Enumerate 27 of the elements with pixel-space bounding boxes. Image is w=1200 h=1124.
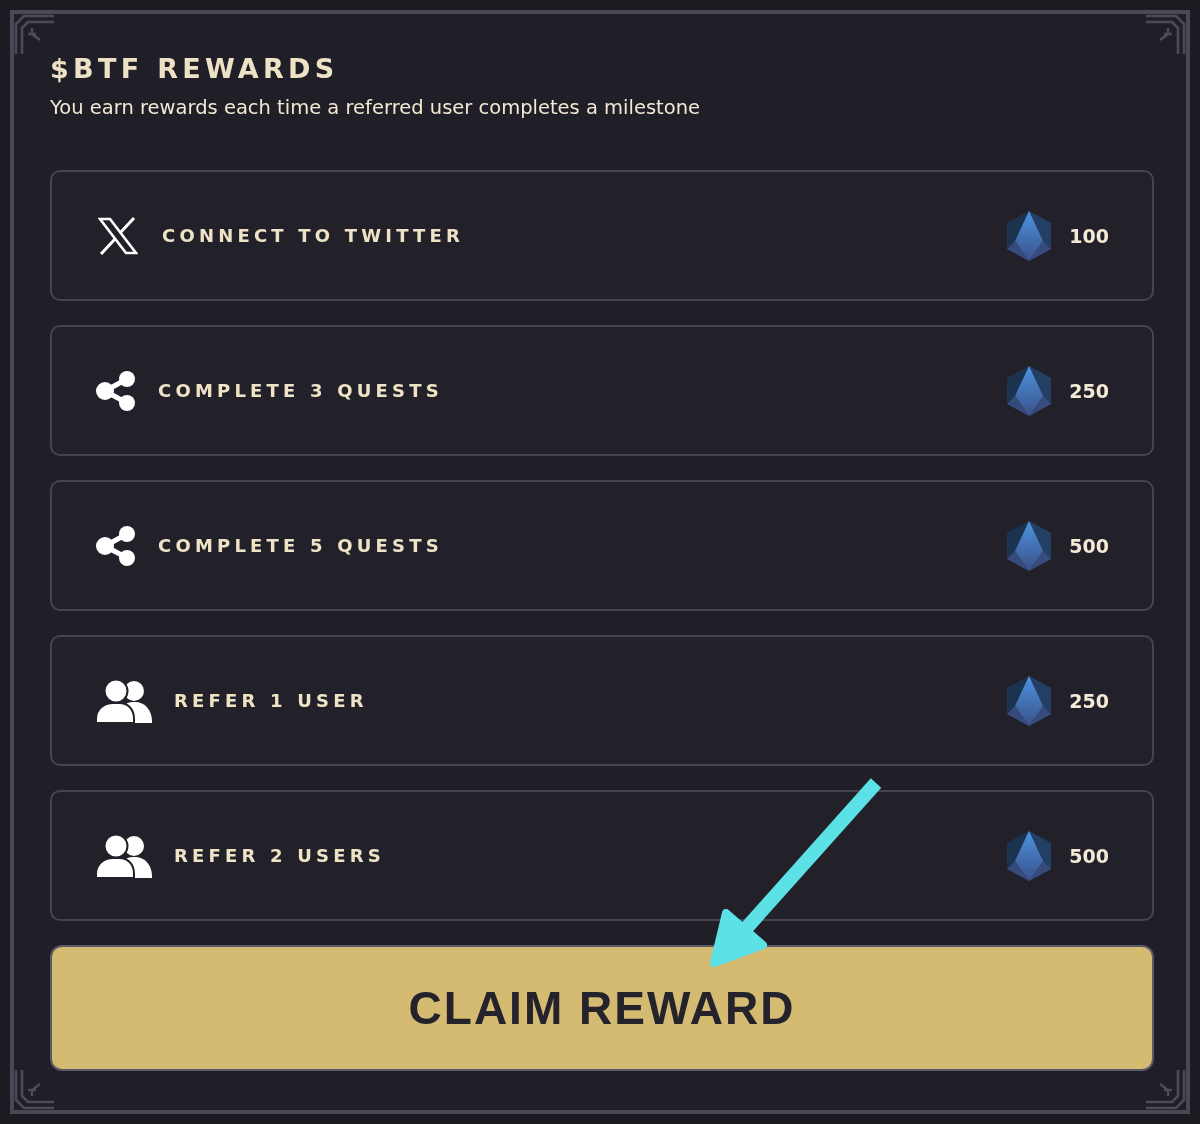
reward-amount: 250 xyxy=(1069,379,1109,402)
users-icon xyxy=(96,833,152,878)
x-logo-icon xyxy=(98,216,138,255)
reward-label: REFER 2 USERS xyxy=(174,845,386,866)
claim-reward-button[interactable]: CLAIM REWARD xyxy=(50,945,1154,1071)
corner-ornament xyxy=(14,1070,54,1110)
corner-ornament xyxy=(1146,1070,1186,1110)
gem-icon xyxy=(1007,520,1052,571)
reward-amount: 100 xyxy=(1069,224,1109,247)
panel-title: $BTF REWARDS xyxy=(50,52,339,86)
reward-label: COMPLETE 3 QUESTS xyxy=(158,380,444,401)
corner-ornament xyxy=(1146,14,1186,54)
reward-amount: 500 xyxy=(1069,844,1109,867)
gem-icon xyxy=(1007,675,1052,726)
reward-amount: 500 xyxy=(1069,534,1109,557)
panel-subtitle: You earn rewards each time a referred user completes a milestone xyxy=(50,96,701,120)
reward-amount: 250 xyxy=(1069,689,1109,712)
reward-label: CONNECT TO TWITTER xyxy=(162,225,466,246)
users-icon xyxy=(96,678,152,723)
share-icon xyxy=(96,370,136,411)
gem-icon xyxy=(1007,365,1052,416)
reward-label: COMPLETE 5 QUESTS xyxy=(158,535,444,556)
reward-label: REFER 1 USER xyxy=(174,690,369,711)
corner-ornament xyxy=(14,14,54,54)
share-icon xyxy=(96,525,136,566)
gem-icon xyxy=(1007,830,1052,881)
gem-icon xyxy=(1007,210,1052,261)
